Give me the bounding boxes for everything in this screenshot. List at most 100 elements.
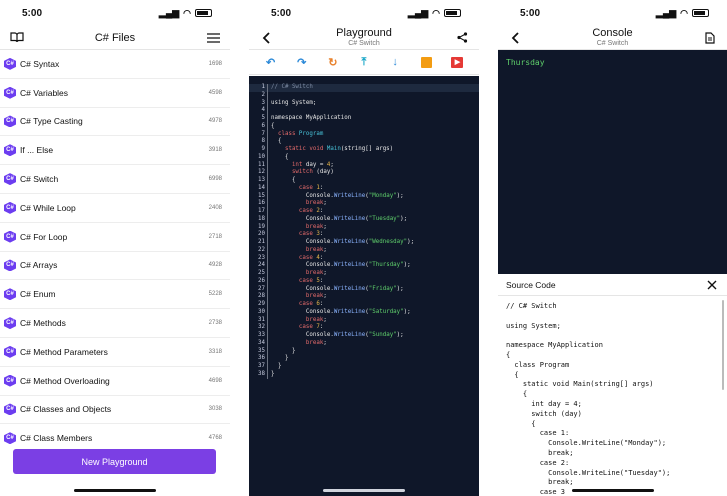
battery-icon — [195, 9, 212, 17]
code-text: } — [268, 371, 275, 379]
undo-icon[interactable]: ↶ — [264, 55, 278, 69]
list-item[interactable]: C# C# Switch 6998 — [0, 165, 230, 194]
code-text: Console.WriteLine("Saturday"); — [268, 309, 411, 317]
battery-icon — [444, 9, 461, 17]
file-size: 4598 — [208, 89, 222, 96]
code-line: 17 case 2: — [249, 208, 479, 216]
code-token: ); — [396, 285, 404, 292]
line-number: 29 — [249, 301, 268, 309]
line-number: 24 — [249, 262, 268, 270]
new-playground-button[interactable]: New Playground — [13, 449, 216, 474]
list-item[interactable]: C# C# Classes and Objects 3038 — [0, 396, 230, 425]
code-text: } — [268, 355, 289, 363]
csharp-icon: C# — [4, 230, 16, 243]
code-token: ; — [323, 270, 327, 276]
list-item[interactable]: C# C# For Loop 2718 — [0, 223, 230, 252]
csharp-icon: C# — [4, 259, 16, 272]
code-editor[interactable]: 1// C# Switch 2 3 using System; 4 5 namespace … — [249, 76, 479, 496]
book-icon[interactable] — [8, 29, 26, 47]
line-number: 36 — [249, 355, 268, 363]
code-token: ); — [403, 308, 411, 315]
file-size: 4698 — [208, 377, 222, 384]
line-number: 25 — [249, 270, 268, 278]
code-text: case 1: — [268, 185, 323, 193]
code-line: 31 break; — [249, 316, 479, 325]
list-item[interactable]: C# C# While Loop 2408 — [0, 194, 230, 223]
line-number: 35 — [249, 347, 268, 356]
document-icon[interactable] — [701, 29, 719, 47]
line-number: 26 — [249, 277, 268, 286]
refresh-icon[interactable]: ↻ — [326, 55, 340, 69]
line-number: 38 — [249, 370, 268, 379]
code-token: Console. — [271, 215, 334, 222]
line-number: 17 — [249, 208, 268, 216]
line-number: 16 — [249, 200, 268, 208]
line-number: 37 — [249, 363, 268, 371]
share-icon[interactable] — [453, 29, 471, 47]
code-token: int — [271, 161, 306, 168]
playground-title-group: Playground C# Switch — [336, 27, 392, 48]
source-code-header: Source Code — [498, 274, 727, 296]
save-icon[interactable] — [419, 55, 433, 69]
code-text: { — [268, 154, 289, 162]
back-icon[interactable] — [506, 29, 524, 47]
status-time: 5:00 — [520, 7, 541, 19]
console-navbar: Console C# Switch — [498, 26, 727, 50]
list-item[interactable]: C# C# Type Casting 4978 — [0, 108, 230, 137]
back-icon[interactable] — [257, 29, 275, 47]
code-token: { — [271, 138, 282, 145]
code-token: ); — [407, 239, 415, 245]
code-token: { — [271, 177, 296, 183]
source-code-panel: Source Code // C# Switch using System; n… — [498, 274, 727, 496]
code-line: 4 — [249, 107, 479, 115]
code-text: case 2: — [268, 208, 323, 216]
code-token: WriteLine — [333, 239, 366, 245]
list-item[interactable]: C# C# Method Overloading 4698 — [0, 367, 230, 396]
page-title: Console — [592, 27, 633, 40]
code-token: } — [271, 347, 296, 354]
file-size: 3038 — [208, 406, 222, 413]
csharp-icon: C# — [4, 57, 16, 70]
home-indicator — [74, 489, 156, 492]
list-item[interactable]: C# C# Class Members 4768 — [0, 424, 230, 444]
code-token: Console. — [271, 192, 334, 199]
csharp-icon: C# — [4, 201, 16, 214]
code-text: case 4: — [268, 255, 323, 263]
run-icon[interactable]: ▶ — [450, 55, 464, 69]
file-size: 3318 — [208, 348, 222, 355]
list-item[interactable]: C# C# Enum 5228 — [0, 280, 230, 310]
close-icon[interactable] — [703, 276, 721, 294]
files-screen: 5:00 ▂▄▆ ◠ C# Files C# C# Syntax 1698 C# C# … — [0, 0, 230, 496]
status-time: 5:00 — [22, 7, 43, 19]
csharp-icon: C# — [4, 374, 16, 387]
list-item[interactable]: C# C# Method Parameters 3318 — [0, 338, 230, 367]
code-token: : — [319, 301, 324, 307]
files-navbar: C# Files — [0, 26, 230, 50]
code-token: break — [271, 223, 324, 230]
line-number: 11 — [249, 161, 268, 170]
list-item[interactable]: C# C# Syntax 1698 — [0, 50, 230, 79]
code-token: namespace MyApplication — [271, 115, 352, 121]
code-token: ; — [330, 161, 334, 168]
file-size: 4768 — [208, 435, 222, 442]
code-text: namespace MyApplication — [268, 115, 351, 123]
code-token: day = — [305, 161, 327, 168]
list-item[interactable]: C# C# Variables 4598 — [0, 79, 230, 108]
menu-icon[interactable] — [204, 29, 222, 47]
upload-icon[interactable]: ⤒ — [357, 55, 371, 69]
code-text: { — [268, 123, 275, 131]
code-text: break; — [268, 224, 327, 232]
status-icons: ▂▄▆ ◠ — [159, 8, 212, 19]
source-scrollbar[interactable] — [722, 300, 724, 390]
list-item[interactable]: C# If ... Else 3918 — [0, 136, 230, 166]
code-token: : — [319, 324, 324, 331]
redo-icon[interactable]: ↷ — [295, 55, 309, 69]
file-size: 6998 — [208, 176, 222, 183]
line-number: 21 — [249, 239, 268, 247]
code-token: ; — [323, 339, 327, 346]
page-title: Playground — [336, 27, 392, 40]
list-item[interactable]: C# C# Arrays 4928 — [0, 252, 230, 281]
list-item[interactable]: C# C# Methods 2738 — [0, 309, 230, 338]
download-icon[interactable]: ↓ — [388, 55, 402, 69]
